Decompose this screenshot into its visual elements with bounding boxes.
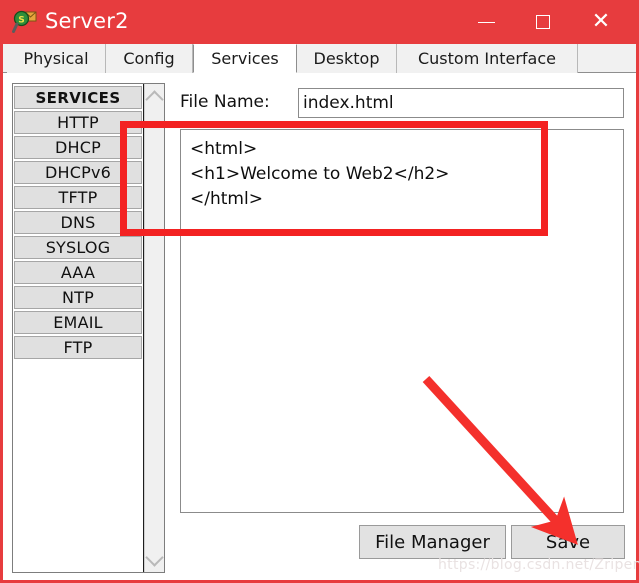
services-panel: SERVICES HTTP DHCP DHCPv6 TFTP DNS SYSLO… — [3, 73, 636, 580]
services-list-header: SERVICES — [14, 86, 142, 109]
maximize-button[interactable] — [520, 0, 566, 44]
sidebar-item-dhcp[interactable]: DHCP — [14, 136, 142, 159]
file-manager-button-label: File Manager — [375, 531, 490, 553]
sidebar-item-syslog[interactable]: SYSLOG — [14, 236, 142, 259]
html-editor-textarea[interactable]: <html> <h1>Welcome to Web2</h2> </html> — [180, 129, 624, 513]
services-list-column: SERVICES HTTP DHCP DHCPv6 TFTP DNS SYSLO… — [13, 84, 144, 572]
services-list-scrollbar[interactable] — [144, 84, 164, 572]
watermark-text: https://blog.csdn.net/ZripenYe — [438, 557, 639, 573]
sidebar-item-tftp[interactable]: TFTP — [14, 186, 142, 209]
window-title: Server2 — [45, 9, 129, 33]
tab-config-label: Config — [123, 49, 175, 68]
tab-services[interactable]: Services — [193, 44, 297, 73]
minimize-button[interactable] — [463, 0, 509, 44]
server-magnifier-icon: S — [12, 10, 37, 33]
chevron-down-icon — [145, 547, 164, 567]
tab-bar: Physical Config Services Desktop Custom … — [3, 44, 636, 73]
services-list: SERVICES HTTP DHCP DHCPv6 TFTP DNS SYSLO… — [12, 83, 165, 573]
save-button-label: Save — [545, 531, 591, 553]
tab-physical[interactable]: Physical — [7, 44, 106, 73]
tab-physical-label: Physical — [23, 49, 89, 68]
minimize-icon — [477, 21, 495, 23]
sidebar-item-ntp[interactable]: NTP — [14, 286, 142, 309]
tab-custom-interface[interactable]: Custom Interface — [397, 44, 578, 73]
close-button[interactable]: ✕ — [578, 0, 624, 44]
tab-desktop-label: Desktop — [313, 49, 380, 68]
tab-config[interactable]: Config — [106, 44, 193, 73]
tab-custom-interface-label: Custom Interface — [417, 49, 556, 68]
scroll-up-button[interactable] — [145, 88, 164, 109]
sidebar-item-email[interactable]: EMAIL — [14, 311, 142, 334]
filename-row: File Name: — [180, 88, 624, 120]
save-button[interactable]: Save — [511, 525, 625, 559]
filename-label: File Name: — [180, 92, 270, 112]
sidebar-item-dhcpv6[interactable]: DHCPv6 — [14, 161, 142, 184]
maximize-icon — [536, 15, 550, 29]
file-manager-button[interactable]: File Manager — [359, 525, 506, 559]
sidebar-item-http[interactable]: HTTP — [14, 111, 142, 134]
chevron-up-icon — [145, 89, 164, 109]
packet-tracer-server-window: S Server2 ✕ Physical Config Services Des… — [0, 0, 639, 583]
tab-desktop[interactable]: Desktop — [297, 44, 397, 73]
sidebar-item-aaa[interactable]: AAA — [14, 261, 142, 284]
tab-services-label: Services — [211, 49, 279, 68]
sidebar-item-dns[interactable]: DNS — [14, 211, 142, 234]
sidebar-item-ftp[interactable]: FTP — [14, 336, 142, 359]
filename-input[interactable] — [298, 88, 624, 118]
scroll-down-button[interactable] — [145, 547, 164, 568]
svg-text:S: S — [18, 16, 24, 26]
title-bar: S Server2 ✕ — [0, 0, 639, 44]
close-icon: ✕ — [591, 9, 611, 34]
